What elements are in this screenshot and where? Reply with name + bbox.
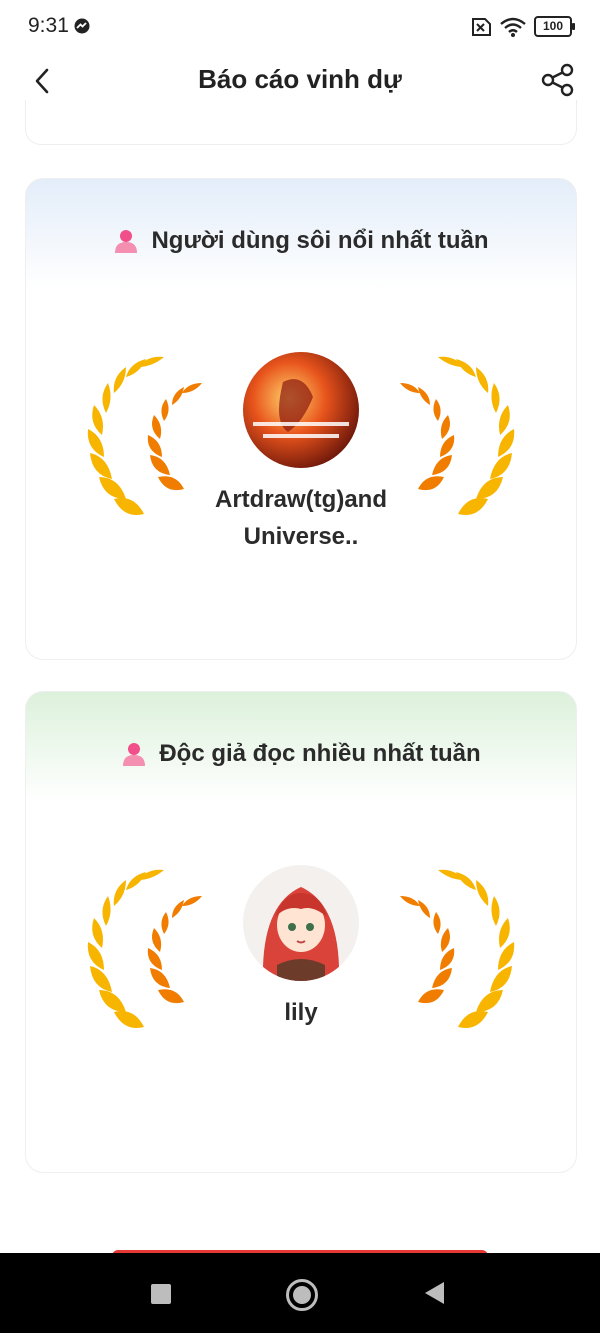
battery-icon: 100: [534, 16, 575, 37]
winner-avatar[interactable]: [243, 865, 359, 981]
wifi-icon: [500, 17, 526, 37]
laurel-left-icon: [87, 356, 202, 515]
app-bar: Báo cáo vinh dự: [0, 56, 600, 106]
back-triangle-icon[interactable]: [425, 1282, 444, 1304]
winner-avatar[interactable]: [243, 352, 359, 468]
winner-name: lily: [284, 999, 318, 1026]
status-time: 9:31: [28, 14, 69, 37]
status-bar: 9:31 100: [0, 0, 600, 56]
avatar-image: [243, 352, 359, 468]
card-header: Người dùng sôi nổi nhất tuần: [26, 227, 576, 255]
laurel-right-icon: [400, 869, 515, 1028]
recent-apps-icon[interactable]: [151, 1284, 171, 1304]
card-header: Độc giả đọc nhiều nhất tuần: [26, 740, 576, 768]
card-title: Độc giả đọc nhiều nhất tuần: [159, 740, 481, 767]
home-icon[interactable]: [286, 1279, 318, 1311]
user-icon: [123, 743, 146, 766]
active-user-card: Người dùng sôi nổi nhất tuần Artdraw(tg)…: [25, 178, 577, 660]
card-title: Người dùng sôi nổi nhất tuần: [151, 227, 489, 254]
winner-name: Artdraw(tg)and Universe..: [215, 486, 387, 550]
laurel-right-icon: [400, 356, 515, 515]
user-icon: [115, 230, 138, 253]
previous-card-edge: [25, 100, 577, 145]
status-icons: 100: [468, 16, 575, 37]
share-icon[interactable]: [540, 62, 576, 98]
avatar-image: [243, 865, 359, 981]
laurel-left-icon: [87, 869, 202, 1028]
top-reader-card: Độc giả đọc nhiều nhất tuần lily: [25, 691, 577, 1173]
battery-level: 100: [542, 19, 564, 33]
messenger-icon: [74, 18, 90, 34]
no-sim-icon: [472, 17, 491, 36]
page-title: Báo cáo vinh dự: [198, 64, 402, 94]
